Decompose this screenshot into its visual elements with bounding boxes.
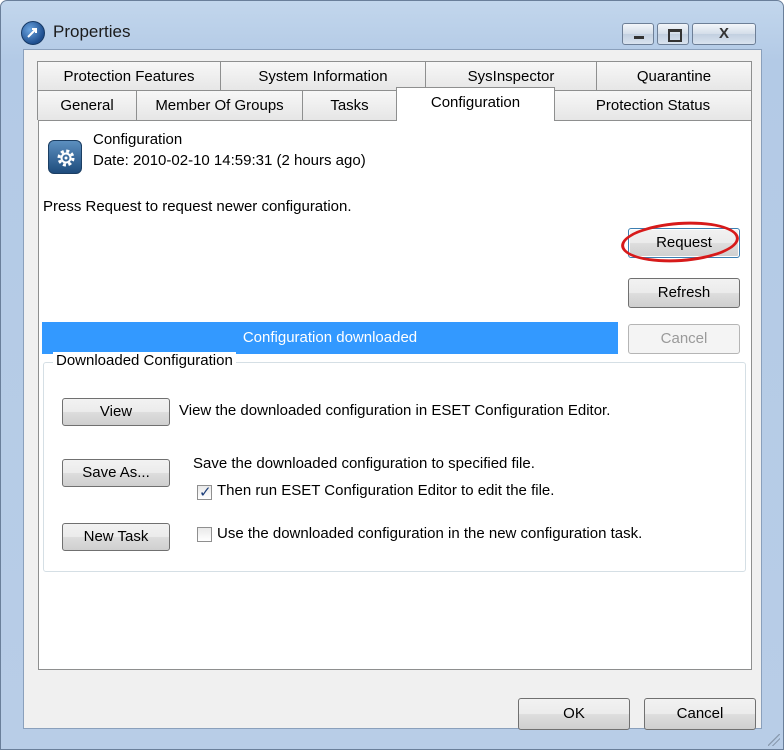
title-bar[interactable]: Properties X (1, 1, 783, 49)
use-in-task-checkbox[interactable] (197, 527, 212, 542)
request-button[interactable]: Request (628, 228, 740, 258)
group-legend: Downloaded Configuration (53, 352, 236, 369)
tab-tasks[interactable]: Tasks (302, 90, 397, 120)
tab-protection-features[interactable]: Protection Features (37, 61, 221, 91)
ok-button[interactable]: OK (518, 698, 630, 730)
tab-configuration[interactable]: Configuration (396, 87, 555, 121)
progress-text: Configuration downloaded (242, 329, 418, 346)
dialog-cancel-button[interactable]: Cancel (644, 698, 756, 730)
close-button[interactable]: X (692, 23, 756, 45)
resize-grip-icon[interactable] (768, 734, 780, 746)
download-progress-bar: Configuration downloaded (42, 322, 618, 354)
config-title: Configuration (93, 131, 183, 148)
dialog-client: Protection Features System Information S… (23, 49, 762, 729)
refresh-button[interactable]: Refresh (628, 278, 740, 308)
minimize-button[interactable] (622, 23, 654, 45)
request-hint: Press Request to request newer configura… (43, 198, 352, 215)
view-description: View the downloaded configuration in ESE… (179, 402, 611, 419)
run-editor-checkbox[interactable] (197, 483, 212, 501)
config-date: Date: 2010-02-10 14:59:31 (2 hours ago) (93, 152, 366, 169)
save-description: Save the downloaded configuration to spe… (193, 455, 535, 472)
downloaded-config-group: Downloaded Configuration View View the d… (43, 352, 746, 572)
new-task-button[interactable]: New Task (62, 523, 170, 551)
tab-quarantine[interactable]: Quarantine (596, 61, 752, 91)
gear-icon (48, 140, 82, 174)
view-button[interactable]: View (62, 398, 170, 426)
use-in-task-label[interactable]: Use the downloaded configuration in the … (217, 525, 642, 542)
close-icon: X (718, 25, 729, 42)
cancel-request-button[interactable]: Cancel (628, 324, 740, 354)
tab-member-of-groups[interactable]: Member Of Groups (136, 90, 303, 120)
maximize-button[interactable] (657, 23, 689, 45)
save-as-button[interactable]: Save As... (62, 459, 170, 487)
tab-protection-status[interactable]: Protection Status (554, 90, 752, 120)
eset-admin-icon (21, 21, 45, 45)
tab-general[interactable]: General (37, 90, 137, 120)
window-title: Properties (53, 22, 131, 41)
run-editor-label[interactable]: Then run ESET Configuration Editor to ed… (217, 482, 554, 499)
properties-window: Properties X Protection Features System … (0, 0, 784, 750)
configuration-panel: Configuration Date: 2010-02-10 14:59:31 … (38, 120, 752, 670)
